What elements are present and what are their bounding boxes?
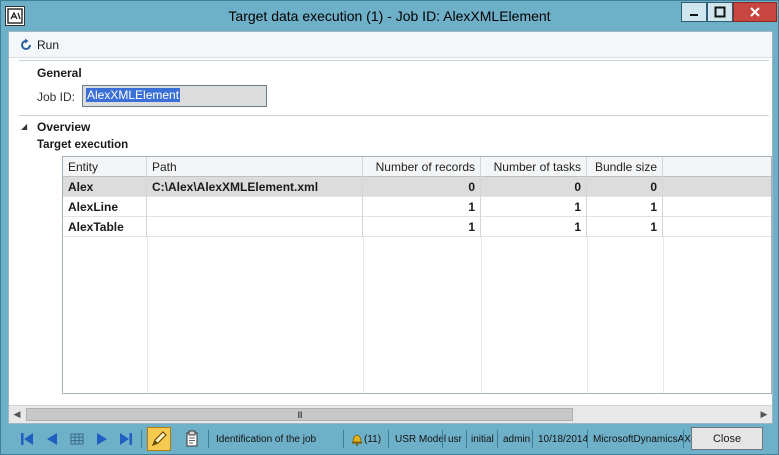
cell-path[interactable] — [147, 197, 363, 217]
cell-tasks[interactable]: 0 — [481, 177, 587, 197]
general-divider — [19, 60, 769, 61]
cell-entity[interactable]: Alex — [63, 177, 147, 197]
general-header: General — [37, 66, 82, 80]
document-handling-icon[interactable] — [184, 430, 200, 448]
column-header-bundle[interactable]: Bundle size — [587, 157, 663, 177]
scrollbar-thumb[interactable]: III — [26, 408, 573, 421]
column-header-filler — [663, 157, 771, 177]
status-partition: initial — [471, 433, 494, 445]
status-separator — [532, 430, 533, 448]
cell-bundle[interactable]: 1 — [587, 217, 663, 237]
column-separator — [663, 237, 664, 393]
previous-record-icon[interactable] — [44, 431, 60, 447]
status-separator — [208, 430, 209, 448]
scroll-right-icon[interactable]: ▶ — [756, 406, 772, 423]
overview-header[interactable]: Overview — [37, 120, 90, 134]
target-execution-grid: Entity Path Number of records Number of … — [62, 156, 772, 394]
table-row[interactable]: Alex C:\Alex\AlexXMLElement.xml 0 0 0 — [63, 177, 771, 197]
cell-entity[interactable]: AlexTable — [63, 217, 147, 237]
cell-filler — [663, 217, 771, 237]
grid-header-row: Entity Path Number of records Number of … — [63, 157, 771, 177]
collapse-triangle-icon[interactable]: ◢ — [21, 122, 27, 131]
table-row[interactable]: AlexLine 1 1 1 — [63, 197, 771, 217]
first-record-icon[interactable] — [19, 431, 35, 447]
status-separator — [683, 430, 684, 448]
maximize-button[interactable] — [707, 2, 733, 22]
status-company[interactable]: MicrosoftDynamicsAX — [593, 430, 691, 448]
horizontal-scrollbar[interactable]: ◀ III ▶ — [9, 405, 772, 423]
column-separator — [587, 237, 588, 393]
title-bar[interactable]: Target data execution (1) - Job ID: Alex… — [1, 1, 778, 31]
minimize-button[interactable] — [681, 2, 707, 22]
status-bar: Identification of the job (11) USR Model… — [1, 424, 778, 454]
status-description: Identification of the job — [216, 433, 317, 445]
column-header-records[interactable]: Number of records — [363, 157, 481, 177]
status-model: USR Model — [395, 433, 447, 445]
column-separator — [147, 237, 148, 393]
column-header-entity[interactable]: Entity — [63, 157, 147, 177]
column-header-path[interactable]: Path — [147, 157, 363, 177]
cell-bundle[interactable]: 0 — [587, 177, 663, 197]
cell-filler — [663, 197, 771, 217]
overview-divider — [19, 115, 769, 116]
bell-icon — [352, 434, 362, 446]
status-separator — [442, 430, 443, 448]
run-label: Run — [37, 38, 60, 52]
scrollbar-grip: III — [297, 409, 302, 420]
grid-view-icon[interactable] — [69, 431, 85, 447]
close-button[interactable]: Close — [691, 427, 763, 450]
status-separator — [388, 430, 389, 448]
column-header-tasks[interactable]: Number of tasks — [481, 157, 587, 177]
column-separator — [481, 237, 482, 393]
cell-records[interactable]: 1 — [363, 197, 481, 217]
target-execution-header: Target execution — [37, 139, 129, 151]
cell-tasks[interactable]: 1 — [481, 217, 587, 237]
close-window-button[interactable] — [733, 2, 777, 22]
status-user: admin — [503, 433, 531, 445]
form-client-area: Run General Job ID: AlexXMLElement ◢ Ove… — [8, 31, 773, 424]
cell-path[interactable]: C:\Alex\AlexXMLElement.xml — [147, 177, 363, 197]
status-separator — [587, 430, 588, 448]
notifications-count: (11) — [364, 433, 382, 445]
last-record-icon[interactable] — [118, 431, 134, 447]
table-row[interactable]: AlexTable 1 1 1 — [63, 217, 771, 237]
refresh-icon — [21, 38, 31, 50]
notifications-indicator[interactable]: (11) — [350, 430, 381, 448]
next-record-icon[interactable] — [94, 431, 110, 447]
cell-records[interactable]: 1 — [363, 217, 481, 237]
scroll-left-icon[interactable]: ◀ — [9, 406, 25, 423]
edit-button[interactable] — [147, 427, 171, 451]
cell-path[interactable] — [147, 217, 363, 237]
cell-tasks[interactable]: 1 — [481, 197, 587, 217]
cell-filler — [663, 177, 771, 197]
window-title: Target data execution (1) - Job ID: Alex… — [228, 8, 551, 24]
status-layer: usr — [448, 433, 462, 445]
run-button[interactable]: Run — [19, 36, 59, 54]
cell-records[interactable]: 0 — [363, 177, 481, 197]
window: Target data execution (1) - Job ID: Alex… — [0, 0, 779, 455]
jobid-label: Job ID: — [37, 90, 76, 104]
column-separator — [363, 237, 364, 393]
status-separator — [466, 430, 467, 448]
status-separator — [497, 430, 498, 448]
jobid-value: AlexXMLElement — [86, 88, 181, 102]
cell-bundle[interactable]: 1 — [587, 197, 663, 217]
status-separator — [141, 430, 142, 448]
jobid-field[interactable]: AlexXMLElement — [82, 85, 267, 107]
status-date: 10/18/2014 — [538, 433, 589, 445]
cell-entity[interactable]: AlexLine — [63, 197, 147, 217]
status-separator — [343, 430, 344, 448]
pencil-icon — [151, 431, 167, 447]
action-pane: Run — [9, 32, 772, 58]
